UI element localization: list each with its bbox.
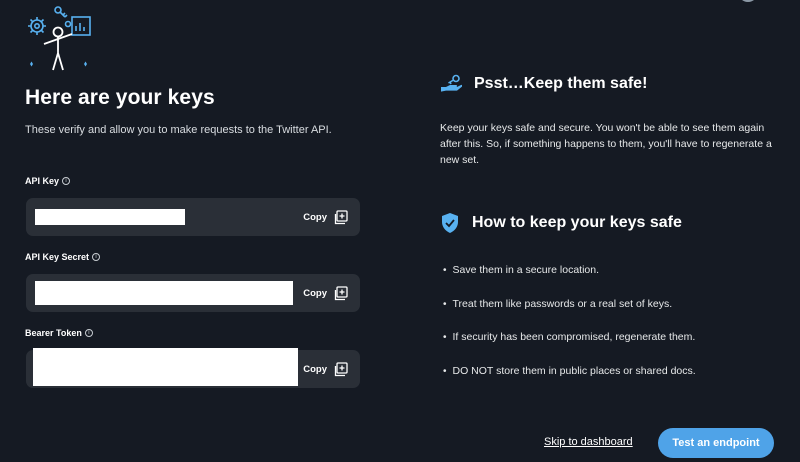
copy-api-key-button[interactable]: Copy bbox=[303, 198, 348, 236]
info-icon[interactable]: i bbox=[92, 253, 101, 261]
field-label-text: API Key bbox=[25, 176, 60, 186]
avatar[interactable] bbox=[738, 0, 758, 2]
bearer-token-value[interactable] bbox=[33, 348, 298, 386]
skip-to-dashboard-link[interactable]: Skip to dashboard bbox=[544, 436, 633, 448]
copy-label: Copy bbox=[303, 211, 327, 223]
info-icon[interactable]: i bbox=[62, 177, 71, 185]
keep-safe-header: Psst…Keep them safe! bbox=[440, 74, 647, 94]
developer-illustration-icon bbox=[28, 6, 91, 71]
copy-icon bbox=[334, 209, 348, 224]
list-item: • Save them in a secure location. bbox=[443, 264, 600, 276]
list-item: • DO NOT store them in public places or s… bbox=[443, 364, 696, 377]
copy-icon bbox=[334, 361, 348, 376]
keep-safe-text: Keep your keys safe and secure. You won'… bbox=[440, 122, 772, 166]
keep-safe-heading: Psst…Keep them safe! bbox=[474, 75, 648, 92]
copy-icon bbox=[334, 285, 348, 300]
bearer-token-label: Bearer Token i bbox=[25, 328, 93, 338]
copy-bearer-token-button[interactable]: Copy bbox=[303, 350, 348, 388]
api-key-secret-field[interactable]: Copy bbox=[26, 274, 360, 312]
test-endpoint-button[interactable]: Test an endpoint bbox=[658, 428, 774, 458]
info-icon[interactable]: i bbox=[84, 329, 93, 337]
list-item: • Treat them like passwords or a real set… bbox=[443, 297, 673, 310]
api-key-label: API Key i bbox=[25, 176, 71, 186]
api-key-secret-label: API Key Secret i bbox=[25, 252, 101, 262]
field-label-text: API Key Secret bbox=[25, 252, 90, 262]
howto-header: How to keep your keys safe bbox=[440, 212, 682, 234]
shield-check-icon bbox=[442, 213, 458, 233]
copy-api-key-secret-button[interactable]: Copy bbox=[303, 274, 348, 312]
howto-heading: How to keep your keys safe bbox=[472, 214, 682, 231]
copy-label: Copy bbox=[303, 363, 327, 375]
hand-key-icon bbox=[441, 74, 462, 92]
list-item: • If security has been compromised, regen… bbox=[443, 331, 696, 343]
page-title: Here are your keys bbox=[25, 86, 215, 109]
api-key-value[interactable] bbox=[35, 209, 185, 225]
copy-label: Copy bbox=[303, 287, 327, 299]
bearer-token-field[interactable]: Copy bbox=[26, 348, 360, 388]
field-label-text: Bearer Token bbox=[25, 328, 82, 338]
page-subtitle: These verify and allow you to make reque… bbox=[25, 124, 332, 136]
api-key-secret-value[interactable] bbox=[35, 281, 293, 305]
tips-list: • Save them in a secure location. • Treat … bbox=[443, 264, 696, 398]
api-key-field[interactable]: Copy bbox=[26, 198, 360, 236]
